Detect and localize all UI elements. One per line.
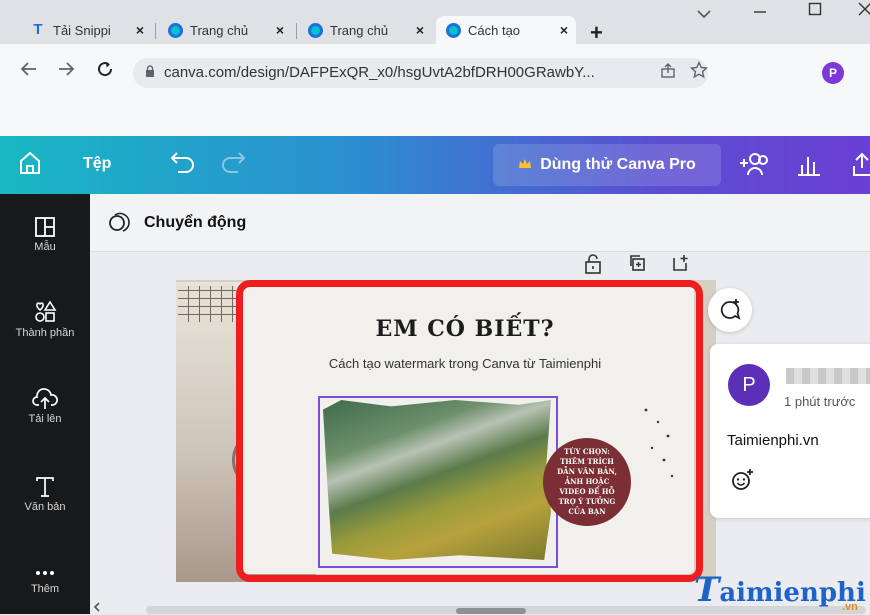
tab-close-icon[interactable]: ×	[416, 22, 424, 38]
lock-icon	[146, 65, 154, 77]
bookmark-star-icon[interactable]	[689, 60, 709, 84]
maximize-window-icon[interactable]	[808, 2, 822, 21]
browser-spacer	[0, 102, 870, 136]
home-icon[interactable]	[18, 150, 42, 181]
blurred-author-name	[786, 368, 870, 384]
insights-chart-icon[interactable]	[796, 151, 822, 182]
tab-title: Trang chủ	[330, 22, 389, 38]
tab-close-icon[interactable]: ×	[276, 22, 284, 38]
tab-title: Trang chủ	[190, 22, 249, 38]
try-canva-pro-button[interactable]: Dùng thử Canva Pro	[493, 144, 721, 186]
try-canva-pro-label: Dùng thử Canva Pro	[540, 156, 696, 173]
elements-icon	[35, 300, 57, 322]
taimienphi-watermark-logo: Taimienphi	[694, 570, 866, 610]
sidebar-item-text[interactable]: Văn bản	[0, 476, 90, 513]
new-tab-button[interactable]: +	[590, 20, 603, 46]
more-icon	[36, 571, 54, 575]
reload-icon[interactable]	[96, 60, 114, 84]
minimize-window-icon[interactable]	[752, 0, 768, 21]
canva-header: Tệp Dùng thử Canva Pro	[0, 136, 870, 194]
browser-tab-active[interactable]: Cách tạo ×	[436, 16, 576, 44]
tab-separator	[296, 23, 297, 39]
sidebar-item-elements[interactable]: Thành phần	[0, 300, 90, 339]
taimienphi-watermark-suffix: .vn	[842, 601, 858, 613]
file-menu-button[interactable]: Tệp	[83, 155, 111, 173]
red-highlight-frame	[236, 280, 703, 582]
upload-cloud-icon	[32, 388, 58, 409]
browser-toolbar: canva.com/design/DAFPExQR_x0/hsgUvtA2bfD…	[0, 44, 870, 119]
share-upload-icon[interactable]	[852, 150, 870, 183]
browser-tab-2[interactable]: Trang chủ ×	[158, 16, 292, 44]
canva-favicon-icon	[168, 22, 183, 38]
add-reaction-icon[interactable]	[730, 468, 754, 497]
redo-icon[interactable]	[220, 150, 248, 179]
crown-icon	[518, 157, 532, 173]
left-sidebar: Mẫu Thành phần Tải lên Văn bản Thêm	[0, 194, 90, 614]
sidebar-item-uploads[interactable]: Tải lên	[0, 388, 90, 425]
context-toolbar: Chuyển động	[90, 194, 870, 252]
tab-title: Cách tạo	[468, 22, 521, 38]
undo-icon[interactable]	[168, 150, 196, 179]
sidebar-item-label: Tải lên	[28, 413, 62, 425]
canva-favicon-icon	[446, 22, 461, 38]
sidebar-item-templates[interactable]: Mẫu	[0, 216, 90, 253]
sidebar-item-label: Thêm	[30, 583, 60, 595]
tab-close-icon[interactable]: ×	[136, 22, 144, 38]
comment-card: P 1 phút trước Taimienphi.vn	[710, 344, 870, 518]
sidebar-item-label: Mẫu	[34, 241, 56, 253]
tab-title: Tải Snippi	[53, 22, 111, 38]
comment-text: Taimienphi.vn	[727, 432, 819, 449]
sidebar-item-label: Thành phần	[15, 327, 75, 339]
sidebar-item-more[interactable]: Thêm	[0, 566, 90, 595]
add-comment-button[interactable]	[708, 288, 752, 332]
scroll-left-arrow-icon[interactable]	[92, 602, 102, 615]
browser-tab-1[interactable]: T Tải Snippi ×	[20, 16, 152, 44]
duplicate-page-icon[interactable]	[628, 254, 646, 277]
lock-page-icon[interactable]	[584, 254, 602, 279]
close-window-icon[interactable]	[858, 2, 870, 21]
address-bar[interactable]: canva.com/design/DAFPExQR_x0/hsgUvtA2bfD…	[133, 58, 709, 88]
browser-tab-3[interactable]: Trang chủ ×	[298, 16, 432, 44]
add-page-icon[interactable]	[672, 254, 690, 277]
url-text: canva.com/design/DAFPExQR_x0/hsgUvtA2bfD…	[164, 64, 595, 81]
taimienphi-favicon-icon: T	[33, 21, 43, 38]
add-collaborator-icon[interactable]	[737, 151, 771, 182]
canva-favicon-icon	[308, 22, 323, 38]
animation-icon[interactable]	[107, 210, 133, 241]
sidebar-item-label: Văn bản	[24, 501, 66, 513]
animation-button[interactable]: Chuyển động	[144, 214, 246, 232]
forward-arrow-icon[interactable]	[57, 60, 75, 84]
share-page-icon[interactable]	[660, 63, 676, 83]
tab-close-icon[interactable]: ×	[560, 22, 568, 38]
profile-avatar[interactable]: P	[822, 62, 844, 84]
back-arrow-icon[interactable]	[20, 60, 38, 84]
text-icon	[36, 477, 54, 497]
template-icon	[35, 217, 55, 237]
tab-separator	[155, 23, 156, 39]
scrollbar-thumb[interactable]	[456, 608, 526, 614]
tab-search-chevron-icon[interactable]	[697, 6, 711, 24]
comment-avatar: P	[728, 364, 770, 406]
comment-plus-icon	[720, 299, 741, 320]
browser-tab-bar: T Tải Snippi × Trang chủ × Trang chủ × C…	[0, 0, 870, 46]
comment-timestamp: 1 phút trước	[784, 394, 856, 409]
